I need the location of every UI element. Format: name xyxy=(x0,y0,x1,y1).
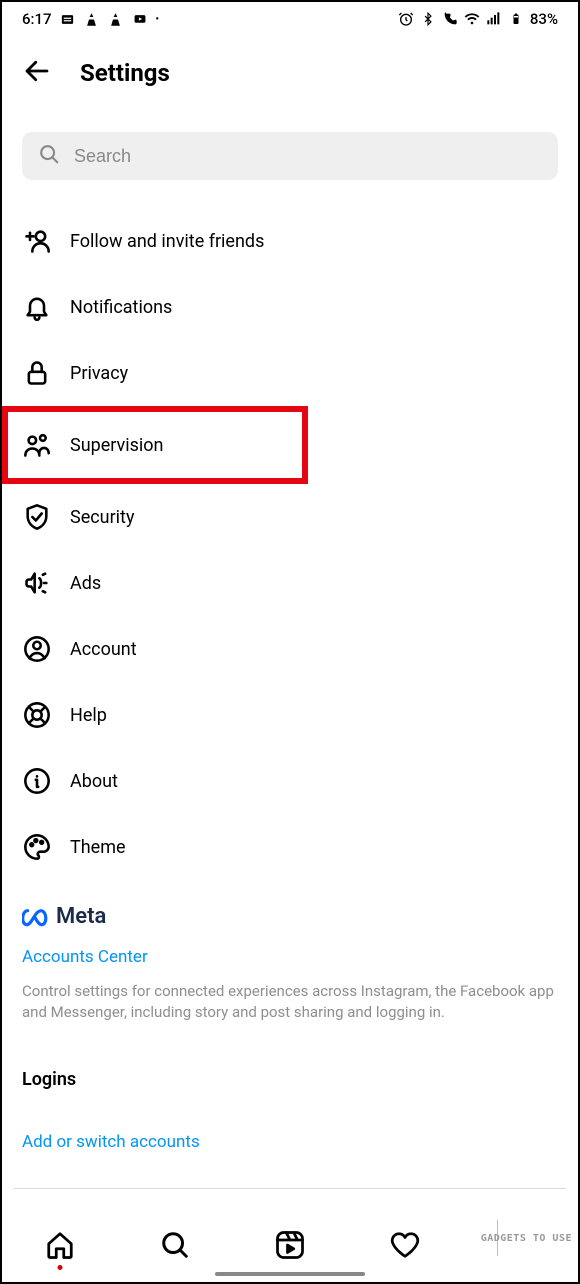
nav-home[interactable] xyxy=(43,1228,77,1262)
row-security[interactable]: Security xyxy=(22,484,558,550)
row-label: About xyxy=(70,771,118,792)
notif-icon-1 xyxy=(60,11,76,27)
row-label: Follow and invite friends xyxy=(70,231,264,252)
account-icon xyxy=(22,634,52,664)
notif-more-dot: • xyxy=(156,14,160,25)
status-bar: 6:17 • 83% xyxy=(2,2,578,34)
row-label: Theme xyxy=(70,837,126,858)
notif-icon-2 xyxy=(84,11,100,27)
lock-icon xyxy=(22,358,52,388)
meta-brand-text: Meta xyxy=(56,904,106,929)
search-icon xyxy=(38,143,60,169)
shield-icon xyxy=(22,502,52,532)
header: Settings xyxy=(2,34,578,100)
meta-section: Meta Accounts Center Control settings fo… xyxy=(2,880,578,1152)
row-label: Supervision xyxy=(70,435,164,456)
row-label: Help xyxy=(70,705,107,726)
battery-icon xyxy=(508,11,524,27)
status-time: 6:17 xyxy=(22,10,52,28)
row-follow-invite[interactable]: Follow and invite friends xyxy=(22,208,558,274)
supervision-icon xyxy=(22,430,52,460)
row-label: Security xyxy=(70,507,134,528)
alarm-icon xyxy=(398,11,414,27)
wifi-icon xyxy=(464,11,480,27)
bottom-nav xyxy=(2,1216,578,1282)
meta-infinity-icon xyxy=(22,907,50,927)
watermark-text: GADGETS TO USE xyxy=(481,1233,572,1244)
meta-logo: Meta xyxy=(22,904,558,929)
row-notifications[interactable]: Notifications xyxy=(22,274,558,340)
row-label: Account xyxy=(70,639,137,660)
search-field[interactable] xyxy=(22,132,558,180)
status-left: 6:17 • xyxy=(22,10,159,28)
logins-heading: Logins xyxy=(22,1069,558,1090)
row-supervision[interactable]: Supervision xyxy=(2,406,308,484)
notif-icon-3 xyxy=(108,11,124,27)
row-theme[interactable]: Theme xyxy=(22,814,558,880)
nav-reels[interactable] xyxy=(273,1228,307,1262)
megaphone-icon xyxy=(22,568,52,598)
row-ads[interactable]: Ads xyxy=(22,550,558,616)
battery-percent: 83% xyxy=(530,10,558,28)
settings-list: Follow and invite friends Notifications … xyxy=(2,208,578,880)
nav-search[interactable] xyxy=(158,1228,192,1262)
row-label: Privacy xyxy=(70,363,128,384)
home-indicator xyxy=(215,1272,365,1276)
page-title: Settings xyxy=(80,59,170,87)
home-notification-dot xyxy=(57,1265,62,1270)
lifebuoy-icon xyxy=(22,700,52,730)
row-help[interactable]: Help xyxy=(22,682,558,748)
bell-icon xyxy=(22,292,52,322)
notif-icon-4 xyxy=(132,11,148,27)
info-icon xyxy=(22,766,52,796)
palette-icon xyxy=(22,832,52,862)
row-privacy[interactable]: Privacy xyxy=(22,340,558,406)
row-label: Notifications xyxy=(70,297,172,318)
bottom-divider xyxy=(14,1188,566,1189)
back-button[interactable] xyxy=(22,56,52,90)
call-icon xyxy=(442,11,458,27)
add-switch-accounts-link[interactable]: Add or switch accounts xyxy=(22,1132,558,1152)
row-account[interactable]: Account xyxy=(22,616,558,682)
search-input[interactable] xyxy=(74,146,542,167)
status-right: 83% xyxy=(398,10,558,28)
accounts-center-description: Control settings for connected experienc… xyxy=(22,981,558,1023)
accounts-center-link[interactable]: Accounts Center xyxy=(22,947,558,967)
nav-activity[interactable] xyxy=(388,1228,422,1262)
follow-invite-icon xyxy=(22,226,52,256)
bluetooth-icon xyxy=(420,11,436,27)
signal-icon xyxy=(486,11,502,27)
row-label: Ads xyxy=(70,573,101,594)
row-about[interactable]: About xyxy=(22,748,558,814)
